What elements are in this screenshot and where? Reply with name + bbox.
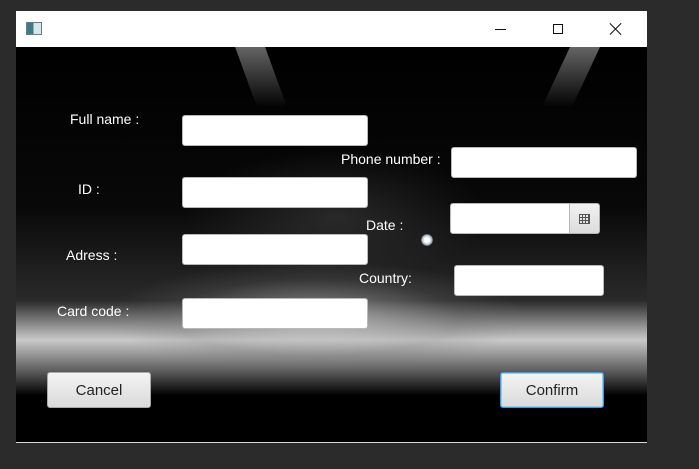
minimize-icon [494, 28, 506, 30]
confirm-button[interactable]: Confirm [500, 372, 604, 408]
phone-number-label: Phone number : [341, 151, 441, 167]
car-headlight [421, 234, 433, 246]
maximize-button[interactable] [535, 11, 581, 47]
window-bottom-edge [16, 442, 647, 443]
card-code-label: Card code : [57, 303, 130, 319]
country-input[interactable] [454, 265, 604, 296]
minimize-button[interactable] [477, 11, 523, 47]
app-window: Full name : ID : Adress : Card code : Ph… [16, 11, 647, 443]
date-picker [450, 203, 600, 234]
country-label: Country: [359, 270, 412, 286]
id-label: ID : [78, 181, 100, 197]
address-input[interactable] [182, 234, 368, 265]
cancel-button[interactable]: Cancel [47, 372, 151, 408]
light-beam-right [542, 47, 600, 107]
close-button[interactable] [593, 11, 639, 47]
title-bar [16, 11, 647, 47]
close-icon [609, 22, 623, 36]
app-window-icon [26, 22, 42, 35]
light-beam-left [235, 47, 287, 107]
full-name-input[interactable] [182, 115, 368, 146]
phone-number-input[interactable] [451, 147, 637, 178]
calendar-icon [579, 213, 590, 224]
form-panel: Full name : ID : Adress : Card code : Ph… [16, 47, 647, 443]
id-input[interactable] [182, 177, 368, 208]
maximize-icon [553, 24, 563, 34]
card-code-input[interactable] [182, 298, 368, 329]
full-name-label: Full name : [70, 111, 140, 127]
address-label: Adress : [66, 247, 118, 263]
date-label: Date : [366, 217, 404, 233]
date-input[interactable] [450, 203, 570, 234]
date-picker-button[interactable] [570, 203, 600, 234]
